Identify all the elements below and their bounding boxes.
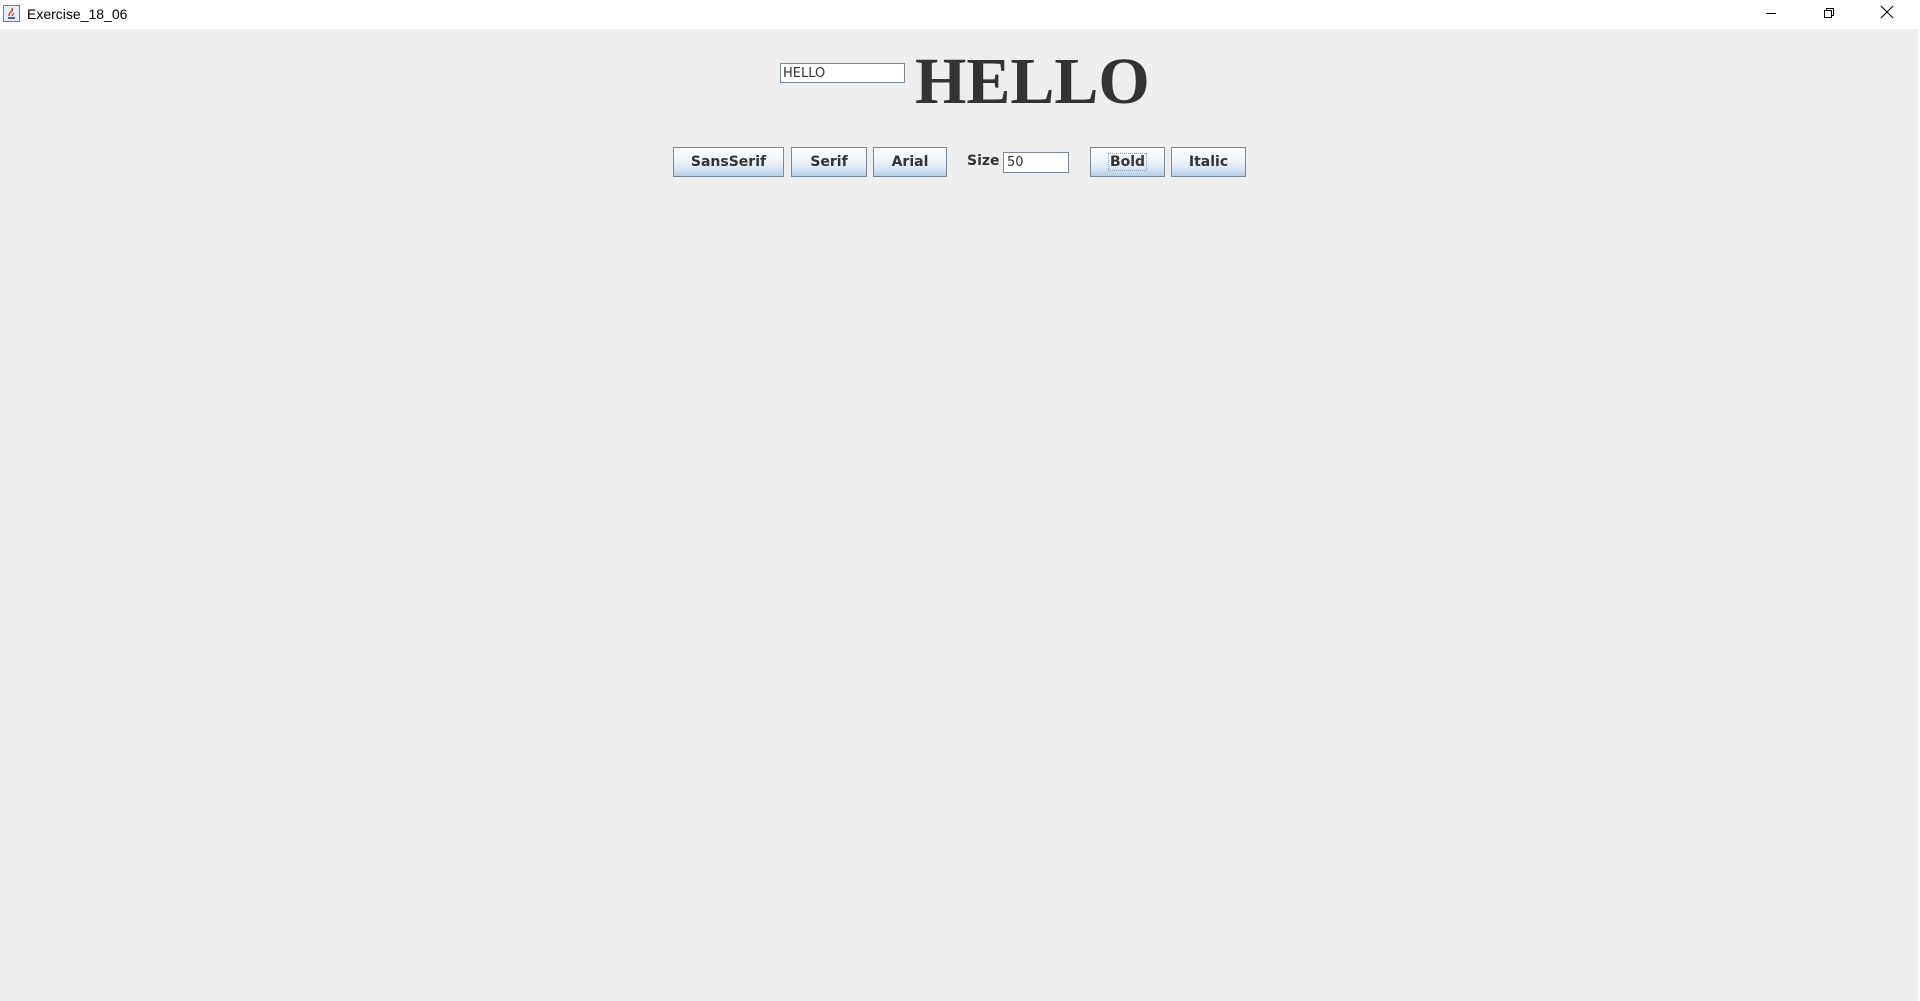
size-field[interactable]: 50 (1003, 152, 1069, 173)
arial-button[interactable]: Arial (873, 147, 947, 177)
italic-button[interactable]: Italic (1171, 147, 1246, 177)
title-bar[interactable]: Exercise_18_06 (0, 0, 1920, 29)
bold-button[interactable]: Bold (1090, 147, 1165, 177)
font-preview-label: HELLO (915, 45, 1150, 118)
java-app-icon[interactable] (3, 5, 20, 22)
message-text-field[interactable] (780, 63, 905, 83)
minimize-icon (1765, 6, 1777, 24)
close-icon (1880, 5, 1894, 24)
minimize-button[interactable] (1742, 0, 1800, 29)
bold-button-label: Bold (1107, 153, 1148, 171)
app-window: Exercise_18_06 HELLO HELLO SansSerif Ser… (0, 0, 1920, 1001)
size-label: Size (967, 153, 1000, 169)
window-title: Exercise_18_06 (27, 6, 128, 22)
restore-icon (1823, 6, 1835, 24)
content-panel: HELLO SansSerif Serif Arial Size 50 Bold… (0, 29, 1918, 1001)
serif-button[interactable]: Serif (791, 147, 867, 177)
restore-button[interactable] (1800, 0, 1858, 29)
close-button[interactable] (1858, 0, 1916, 29)
sansserif-button[interactable]: SansSerif (673, 147, 784, 177)
